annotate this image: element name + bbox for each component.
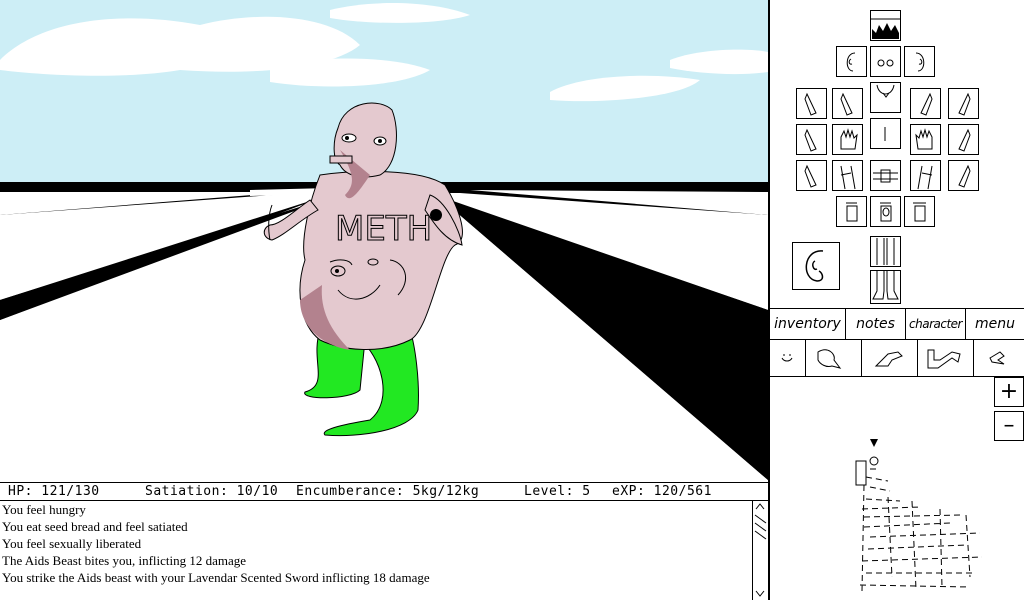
- log-line: The Aids Beast bites you, inflicting 12 …: [2, 553, 247, 568]
- left-ear-slot[interactable]: [836, 46, 867, 77]
- shirt-text: METH: [335, 209, 432, 249]
- message-log: You feel hungry You eat seed bread and f…: [0, 501, 752, 600]
- tab-notes[interactable]: notes: [846, 309, 906, 339]
- finger-slot[interactable]: [796, 88, 827, 119]
- tab-menu[interactable]: menu: [966, 309, 1024, 339]
- game-viewport[interactable]: METH: [0, 0, 768, 482]
- legs-slot[interactable]: [870, 236, 901, 267]
- scene: METH: [0, 0, 768, 482]
- neck-slot[interactable]: [870, 82, 901, 113]
- level-stat: Level: 5: [524, 484, 591, 499]
- panel-tabs: inventory notes character menu: [770, 308, 1024, 340]
- player-marker-icon: [870, 439, 878, 447]
- action-bar: [770, 340, 1024, 377]
- ear-item-slot[interactable]: [792, 242, 840, 290]
- encumbrance-stat: Encumberance: 5kg/12kg: [296, 484, 480, 499]
- finger-slot[interactable]: [948, 88, 979, 119]
- log-line: You feel hungry: [2, 502, 86, 517]
- zoom-in-button[interactable]: +: [994, 377, 1024, 407]
- finger-slot[interactable]: [796, 124, 827, 155]
- log-scrollbar[interactable]: [752, 501, 768, 600]
- finger-slot[interactable]: [910, 88, 941, 119]
- satiation-stat: Satiation: 10/10: [145, 484, 279, 499]
- scrollbar-graphic: [754, 503, 767, 597]
- tab-inventory[interactable]: inventory: [770, 309, 846, 339]
- pouch-slot[interactable]: [904, 196, 935, 227]
- pouch-slot[interactable]: [836, 196, 867, 227]
- eyes-slot[interactable]: [870, 46, 901, 77]
- pouch-slot[interactable]: [870, 196, 901, 227]
- side-panel: inventory notes character menu + –: [768, 0, 1024, 600]
- left-wrist-slot[interactable]: [832, 160, 863, 191]
- feet-slot[interactable]: [870, 270, 901, 304]
- minimap[interactable]: + –: [770, 377, 1024, 600]
- finger-slot[interactable]: [796, 160, 827, 191]
- right-ear-slot[interactable]: [904, 46, 935, 77]
- scroll-up-arrow-icon: [755, 503, 765, 510]
- grab-action-button[interactable]: [862, 340, 918, 376]
- attack-action-button[interactable]: [918, 340, 974, 376]
- kick-action-button[interactable]: [974, 340, 1024, 376]
- log-line: You feel sexually liberated: [2, 536, 142, 551]
- belt-slot[interactable]: [870, 160, 901, 191]
- smile-action-button[interactable]: [770, 340, 806, 376]
- minimap-drawing: [855, 439, 983, 592]
- log-line: You strike the Aids beast with your Lave…: [2, 570, 430, 585]
- scroll-down-arrow-icon: [755, 590, 765, 597]
- exp-stat: eXP: 120/561: [612, 484, 712, 499]
- hp-stat: HP: 121/130: [8, 484, 100, 499]
- stats-bar: HP: 121/130 Satiation: 10/10 Encumberanc…: [0, 482, 768, 501]
- right-wrist-slot[interactable]: [910, 160, 941, 191]
- finger-slot[interactable]: [832, 88, 863, 119]
- talk-action-button[interactable]: [806, 340, 862, 376]
- log-line: You eat seed bread and feel satiated: [2, 519, 188, 534]
- tab-character[interactable]: character: [906, 309, 966, 339]
- torso-slot[interactable]: [870, 118, 901, 149]
- finger-slot[interactable]: [948, 124, 979, 155]
- right-hand-slot[interactable]: [910, 124, 941, 155]
- left-hand-slot[interactable]: [832, 124, 863, 155]
- finger-slot[interactable]: [948, 160, 979, 191]
- hair-slot[interactable]: [870, 10, 901, 41]
- zoom-out-button[interactable]: –: [994, 411, 1024, 441]
